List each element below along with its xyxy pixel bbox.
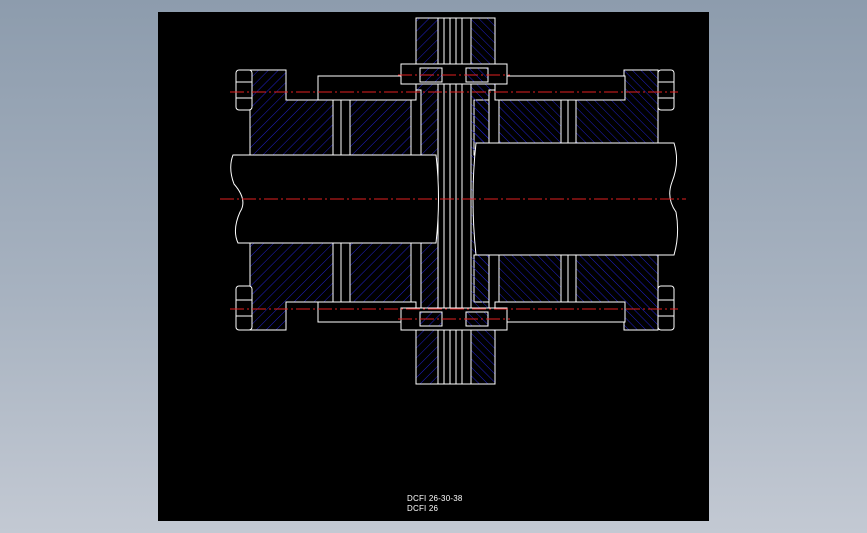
title-line-2: DCFI 26 <box>407 504 439 513</box>
coupling-drawing <box>220 17 686 385</box>
title-block: DCFI 26-30-38 DCFI 26 <box>407 494 463 514</box>
cad-viewport[interactable]: DCFI 26-30-38 DCFI 26 <box>158 12 709 521</box>
title-line-1: DCFI 26-30-38 <box>407 494 463 503</box>
